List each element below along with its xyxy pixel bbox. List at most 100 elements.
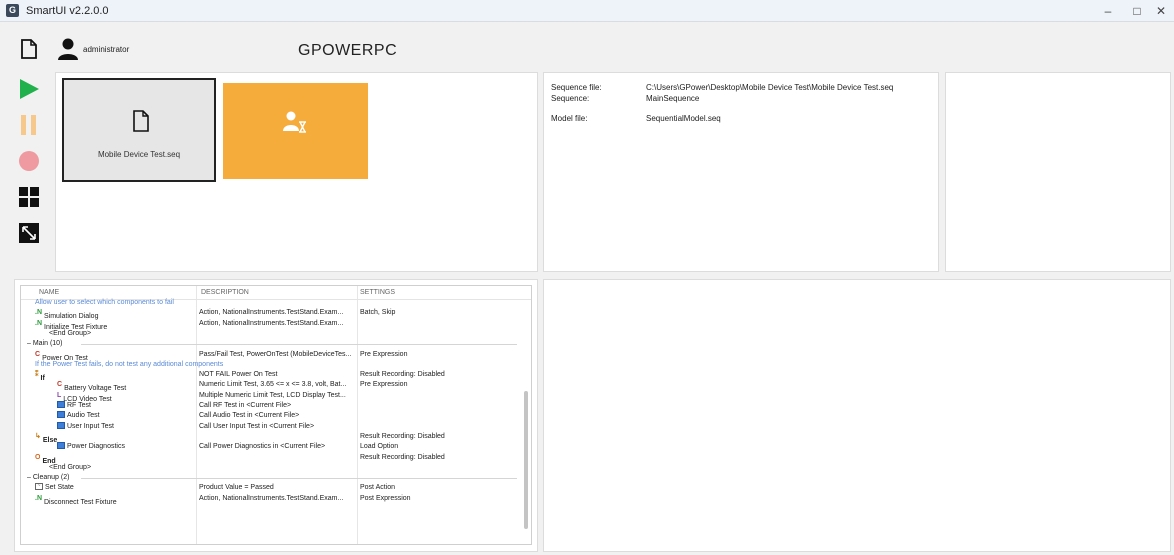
user-name: administrator	[83, 45, 130, 54]
multi-limit-step-icon: L	[57, 391, 62, 399]
table-row[interactable]: .NDisconnect Test Fixture Action, Nationa…	[21, 494, 519, 506]
table-row[interactable]: <End Group>	[21, 329, 519, 339]
statement-step-icon: ~	[35, 483, 43, 491]
step-name: .NDisconnect Test Fixture	[35, 494, 196, 508]
step-name: – Cleanup (2)	[27, 473, 196, 483]
step-name: <End Group>	[49, 329, 196, 339]
table-row[interactable]: <End Group>	[21, 463, 519, 473]
step-name-text: Cleanup (2)	[32, 474, 70, 482]
step-description: Action, NationalInstruments.TestStand.Ex…	[199, 494, 344, 502]
step-name: <End Group>	[49, 463, 196, 473]
step-settings: Post Expression	[360, 494, 411, 502]
sequence-value: MainSequence	[646, 94, 700, 103]
step-settings: Load Option	[360, 443, 399, 451]
table-row[interactable]: OEnd Result Recording: Disabled	[21, 453, 519, 465]
column-header-description[interactable]: DESCRIPTION	[201, 289, 249, 296]
sequence-call-icon	[57, 442, 65, 450]
step-name: ~ Set State	[35, 483, 196, 493]
grid-scrollbar[interactable]	[524, 391, 528, 529]
group-row[interactable]: – Cleanup (2)	[21, 473, 519, 483]
step-name-text: If the Power Test fails, do not test any…	[35, 360, 224, 368]
model-file-value: SequentialModel.seq	[646, 114, 721, 123]
dashboard-icon[interactable]	[18, 186, 40, 208]
step-settings: Batch, Skip	[360, 309, 396, 317]
table-row[interactable]: CPower On Test Pass/Fail Test, PowerOnTes…	[21, 350, 519, 362]
step-settings: Result Recording: Disabled	[360, 453, 445, 461]
sequence-file-label: Sequence file:	[551, 83, 602, 92]
step-description: Call Power Diagnostics in <Current File>	[199, 443, 326, 451]
step-description: Call Audio Test in <Current File>	[199, 412, 300, 420]
step-name-text: RF Test	[67, 402, 91, 409]
else-step-icon: ↳	[35, 432, 41, 440]
step-name-text: User Input Test	[67, 422, 114, 430]
model-file-label: Model file:	[551, 114, 588, 123]
step-name-text: Main (10)	[32, 340, 63, 348]
step-name-text: Allow user to select which components to…	[35, 299, 174, 306]
output-panel	[543, 279, 1171, 552]
step-name-text: Set State	[45, 484, 74, 492]
sequence-label: Sequence:	[551, 94, 590, 103]
table-row[interactable]: .NSimulation Dialog Action, NationalInstr…	[21, 308, 519, 320]
new-file-icon[interactable]	[18, 38, 40, 60]
column-header-name[interactable]: NAME	[39, 289, 59, 296]
table-row[interactable]: ↳Else Result Recording: Disabled	[21, 432, 519, 444]
if-step-icon: ⁑	[35, 371, 39, 379]
step-description: Numeric Limit Test, 3.65 <= x <= 3.8, vo…	[199, 381, 347, 389]
step-settings: Pre Expression	[360, 350, 408, 358]
table-row[interactable]: Power Diagnostics Call Power Diagnostics …	[21, 442, 519, 452]
sequence-call-icon	[57, 411, 65, 419]
sequence-file-value: C:\Users\GPower\Desktop\Mobile Device Te…	[646, 83, 894, 92]
step-name: – Main (10)	[27, 339, 196, 349]
step-description: Action, NationalInstruments.TestStand.Ex…	[199, 319, 344, 327]
computer-name: GPOWERPC	[298, 42, 398, 59]
side-panel	[945, 72, 1171, 272]
stop-icon[interactable]	[18, 150, 40, 172]
step-description: Product Value = Passed	[199, 484, 274, 492]
test-step-icon: C	[35, 350, 41, 358]
step-description: Call User Input Test in <Current File>	[199, 422, 315, 430]
step-settings: Pre Expression	[360, 381, 408, 389]
close-button[interactable]: ✕	[1146, 2, 1174, 20]
action-step-icon: .N	[35, 494, 42, 502]
end-step-icon: O	[35, 453, 41, 461]
action-step-icon: .N	[35, 319, 42, 327]
resize-icon[interactable]	[18, 222, 40, 244]
table-row[interactable]: RF Test Call RF Test in <Current File>	[21, 401, 519, 411]
action-step-icon: .N	[35, 309, 42, 317]
sequence-call-icon	[57, 421, 65, 429]
table-row[interactable]: ~ Set State Product Value = Passed Post Act…	[21, 483, 519, 493]
file-icon	[133, 110, 149, 132]
group-row[interactable]: – Main (10)	[21, 339, 519, 349]
user-tile[interactable]	[223, 83, 368, 179]
title-bar: G SmartUI v2.2.0.0 – □ ✕	[0, 0, 1174, 22]
step-name: RF Test	[57, 401, 196, 411]
comment-row[interactable]: If the Power Test fails, do not test any…	[21, 360, 519, 370]
step-name: User Input Test	[57, 421, 196, 432]
table-row[interactable]: LLCD Video Test Multiple Numeric Limit Te…	[21, 391, 519, 403]
step-settings: Result Recording: Disabled	[360, 371, 445, 379]
table-row[interactable]: .NInitialize Test Fixture Action, Nationa…	[21, 319, 519, 331]
minimize-button[interactable]: –	[1093, 2, 1123, 20]
step-name: Allow user to select which components to…	[35, 298, 365, 308]
sequence-info-panel	[543, 72, 939, 272]
table-row[interactable]: Audio Test Call Audio Test in <Current Fi…	[21, 411, 519, 421]
table-row[interactable]: ⁑If NOT FAIL Power On Test Result Recordin…	[21, 370, 519, 382]
comment-row[interactable]: Allow user to select which components to…	[21, 298, 519, 308]
step-name: Power Diagnostics	[57, 442, 196, 452]
step-description: Action, NationalInstruments.TestStand.Ex…	[199, 309, 344, 317]
step-name-text: Audio Test	[67, 412, 100, 420]
step-description: NOT FAIL Power On Test	[199, 371, 278, 379]
sequence-file-tile[interactable]: Mobile Device Test.seq	[62, 78, 216, 182]
run-icon[interactable]	[18, 78, 40, 100]
step-description: Multiple Numeric Limit Test, LCD Display…	[199, 391, 346, 399]
step-name-text: Disconnect Test Fixture	[44, 498, 117, 506]
table-row[interactable]: CBattery Voltage Test Numeric Limit Test,…	[21, 380, 519, 392]
pause-icon[interactable]	[18, 114, 40, 136]
step-settings: Post Action	[360, 484, 396, 492]
table-row[interactable]: User Input Test Call User Input Test in <…	[21, 421, 519, 432]
step-description: Call RF Test in <Current File>	[199, 402, 292, 409]
test-step-icon: C	[57, 381, 63, 389]
steps-grid[interactable]: NAME DESCRIPTION SETTINGS Allow user to …	[20, 285, 532, 545]
column-header-settings[interactable]: SETTINGS	[360, 289, 395, 296]
sequence-file-label: Mobile Device Test.seq	[97, 150, 181, 159]
